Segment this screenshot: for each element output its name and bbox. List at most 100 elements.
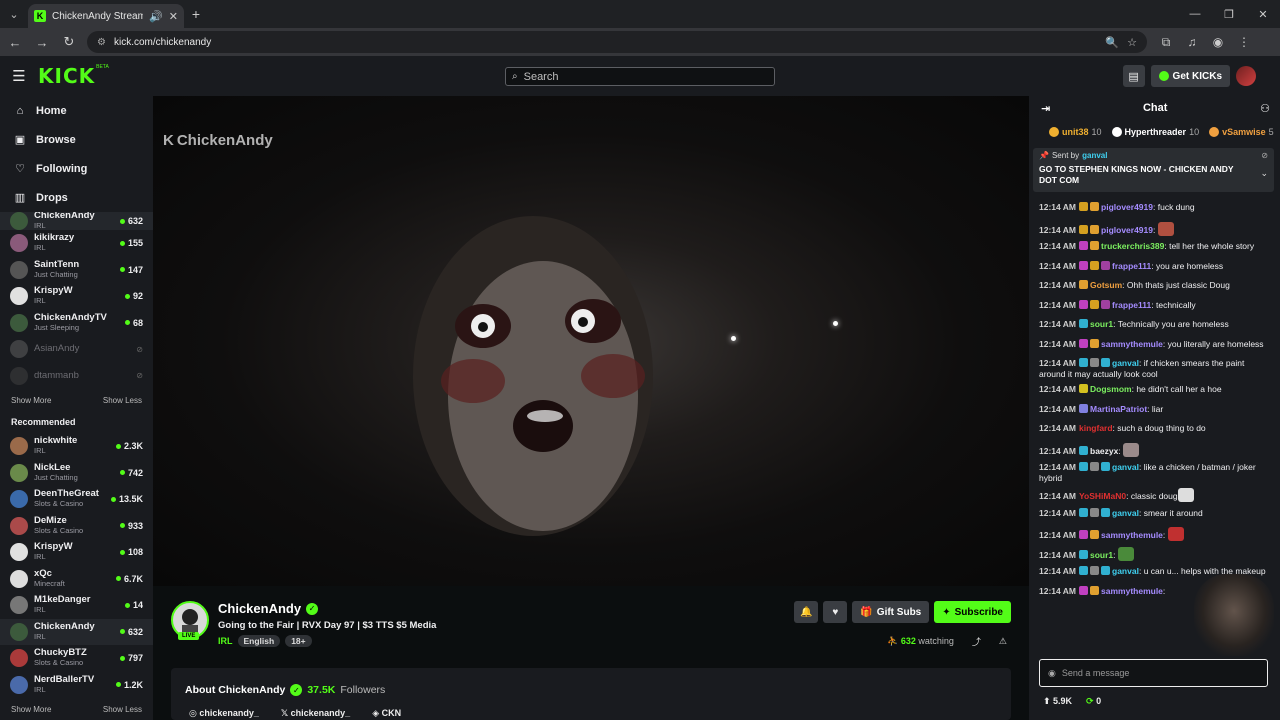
video-player[interactable]: K ChickenAndy (153, 96, 1029, 586)
search-bar[interactable]: ⌕ (505, 67, 775, 86)
new-tab-button[interactable]: + (184, 6, 208, 22)
message-username[interactable]: Dogsmom (1090, 384, 1132, 394)
nav-browse[interactable]: ▣ Browse (0, 125, 153, 154)
tag-language[interactable]: English (237, 635, 281, 647)
category-link[interactable]: IRL (218, 636, 233, 646)
chat-message[interactable]: 12:14 AM sammythemule: (1029, 525, 1280, 545)
message-username[interactable]: baezyx (1090, 446, 1118, 456)
url-field[interactable]: ⚙ kick.com/chickenandy 🔍 ☆ (87, 31, 1147, 53)
user-avatar[interactable] (1236, 66, 1256, 86)
channel-row[interactable]: DeenTheGreat Slots & Casino 13.5K (0, 486, 153, 513)
leaderboard-entry[interactable]: unit38 10 (1049, 127, 1102, 138)
leaderboard-entry[interactable]: Hyperthreader 10 (1111, 127, 1199, 138)
nav-following[interactable]: ♡ Following (0, 154, 153, 183)
channel-row-offline[interactable]: AsianAndy ⊘ (0, 336, 153, 363)
subscribe-button[interactable]: ✦ Subscribe (934, 601, 1011, 623)
chat-users-icon[interactable]: ⚇ (1260, 102, 1270, 115)
close-tab-icon[interactable]: ✕ (169, 10, 178, 23)
channel-row[interactable]: NickLee Just Chatting 742 (0, 460, 153, 487)
message-username[interactable]: sammythemule (1101, 530, 1163, 540)
pinned-author[interactable]: ganval (1082, 151, 1107, 160)
chat-input[interactable] (1061, 668, 1259, 678)
message-username[interactable]: sammythemule (1101, 586, 1163, 596)
emote-icon[interactable]: ◉ (1048, 668, 1056, 679)
message-username[interactable]: sour1 (1090, 319, 1113, 329)
chevron-down-icon[interactable]: ⌄ (1260, 168, 1268, 179)
message-username[interactable]: ganval (1112, 566, 1139, 576)
chat-message[interactable]: 12:14 AM ganval: like a chicken / batman … (1029, 460, 1280, 486)
message-username[interactable]: Gotsum (1090, 280, 1122, 290)
chat-message[interactable]: 12:14 AM ganval: smear it around (1029, 506, 1280, 526)
zoom-icon[interactable]: 🔍 (1105, 36, 1119, 49)
channel-row[interactable]: nickwhite IRL 2.3K (0, 433, 153, 460)
instagram-link[interactable]: ◎ chickenandy_ (189, 708, 259, 719)
show-less-link[interactable]: Show Less (103, 396, 142, 405)
browser-menu-icon[interactable]: ⋮ (1233, 35, 1255, 50)
chat-message[interactable]: 12:14 AM kingfard: such a doug thing to d… (1029, 421, 1280, 441)
pinned-message[interactable]: 📌 Sent by ganval GO TO STEPHEN KINGS NOW… (1033, 148, 1274, 192)
channel-row[interactable]: KrispyW IRL 108 (0, 539, 153, 566)
search-input[interactable] (523, 70, 768, 83)
chat-message[interactable]: 12:14 AM MartinaPatriot: liar (1029, 402, 1280, 422)
chat-message[interactable]: 12:14 AM Dogsmom: he didn't call her a ho… (1029, 382, 1280, 402)
close-window-icon[interactable]: ✕ (1246, 0, 1280, 28)
chat-message[interactable]: 12:14 AM sammythemule: you literally are … (1029, 337, 1280, 357)
message-username[interactable]: piglover4919 (1101, 202, 1153, 212)
show-more-link[interactable]: Show More (11, 396, 51, 405)
kick-logo[interactable]: KICKBETA (38, 64, 109, 88)
chat-message[interactable]: 12:14 AM frappe111: technically (1029, 298, 1280, 318)
extensions-icon[interactable]: ⧉ (1155, 35, 1177, 50)
channel-row[interactable]: ChickenAndy IRL 632 (0, 618, 153, 645)
bookmark-star-icon[interactable]: ☆ (1127, 36, 1137, 49)
message-username[interactable]: frappe111 (1112, 300, 1151, 310)
points-stat[interactable]: ⬆ 5.9K (1043, 696, 1072, 707)
back-icon[interactable]: ← (3, 30, 27, 54)
chat-message[interactable]: 12:14 AM piglover4919: fuck dung (1029, 200, 1280, 220)
follow-heart-icon[interactable]: ♥ (823, 601, 848, 623)
message-username[interactable]: YoSHiMaN0 (1079, 491, 1126, 501)
collapse-chat-icon[interactable]: ⇥ (1041, 102, 1050, 115)
nav-home[interactable]: ⌂ Home (0, 96, 153, 125)
chat-message[interactable]: 12:14 AM YoSHiMaN0: classic doug (1029, 486, 1280, 506)
message-username[interactable]: truckerchris389 (1101, 241, 1164, 251)
chat-input-box[interactable]: ◉ (1039, 659, 1268, 687)
report-icon[interactable]: ⚠ (999, 636, 1007, 647)
forward-icon[interactable]: → (30, 30, 54, 54)
streamer-name[interactable]: ChickenAndy ✓ (218, 601, 319, 616)
theater-icon[interactable]: ▤ (1122, 65, 1145, 87)
message-username[interactable]: piglover4919 (1101, 225, 1153, 235)
chat-message[interactable]: 12:14 AM sour1: (1029, 545, 1280, 565)
channel-row[interactable]: kikikrazy IRL 155 (0, 230, 153, 257)
message-username[interactable]: frappe111 (1112, 261, 1151, 271)
share-icon[interactable]: ⤴ (972, 635, 981, 648)
chat-message[interactable]: 12:14 AM ganval: if chicken smears the pa… (1029, 356, 1280, 382)
message-username[interactable]: sour1 (1090, 550, 1113, 560)
channel-row[interactable]: ChuckyBTZ Slots & Casino 797 (0, 645, 153, 672)
message-username[interactable]: ganval (1112, 508, 1139, 518)
unpin-icon[interactable]: ⊘ (1261, 151, 1268, 160)
maximize-icon[interactable]: ❐ (1212, 0, 1246, 28)
leaderboard-entry[interactable]: vSamwise 5 (1209, 127, 1274, 138)
chat-message[interactable]: 12:14 AM piglover4919: (1029, 220, 1280, 240)
message-username[interactable]: sammythemule (1101, 339, 1163, 349)
chat-message[interactable]: 12:14 AM truckerchris389: tell her the wh… (1029, 239, 1280, 259)
channel-row[interactable]: M1keDanger IRL 14 (0, 592, 153, 619)
site-info-icon[interactable]: ⚙ (97, 37, 106, 48)
audio-icon[interactable]: 🔊 (149, 10, 163, 23)
notification-bell-icon[interactable]: 🔔 (794, 601, 819, 623)
channel-row[interactable]: ChickenAndyTV Just Sleeping 68 (0, 310, 153, 337)
chat-message[interactable]: 12:14 AM sour1: Technically you are homel… (1029, 317, 1280, 337)
menu-icon[interactable]: ☰ (0, 67, 38, 85)
message-username[interactable]: ganval (1112, 358, 1139, 368)
chat-message[interactable]: 12:14 AM baezyx: (1029, 441, 1280, 461)
profile-icon[interactable]: ◉ (1207, 35, 1229, 50)
channel-row[interactable]: DeMize Slots & Casino 933 (0, 513, 153, 540)
channel-row[interactable]: KrispyW IRL 92 (0, 283, 153, 310)
channel-row[interactable]: xQc Minecraft 6.7K (0, 566, 153, 593)
kicks-stat[interactable]: ⟳ 0 (1086, 696, 1101, 707)
tab-search-icon[interactable]: ⌄ (0, 0, 28, 28)
channel-row-offline[interactable]: dtammanb ⊘ (0, 363, 153, 390)
media-icon[interactable]: ♫ (1181, 35, 1203, 50)
show-less-link[interactable]: Show Less (103, 705, 142, 714)
get-kicks-button[interactable]: Get KICKs (1150, 65, 1230, 87)
